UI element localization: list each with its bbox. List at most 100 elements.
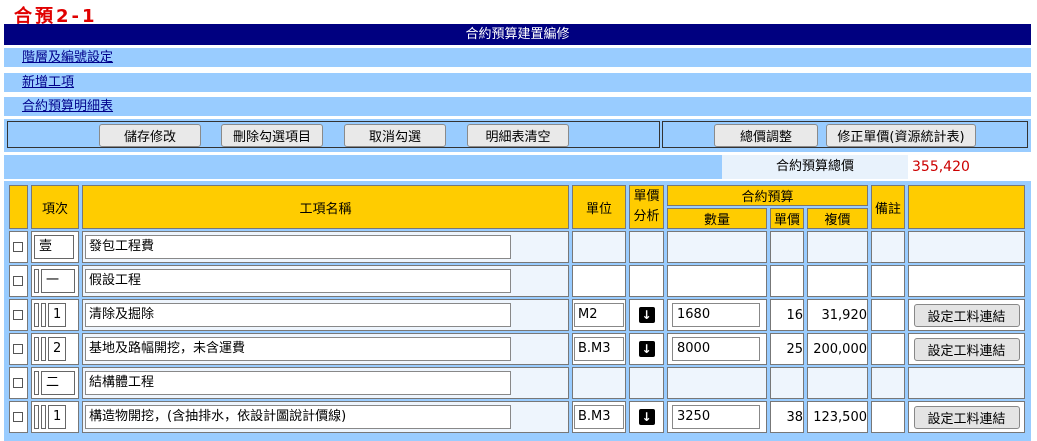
unit-field[interactable]: B.M3: [574, 405, 624, 429]
item-name-field[interactable]: 構造物開挖，(含抽排水，依設計圖說計價線): [85, 405, 511, 429]
header-unit-price: 單價: [770, 208, 804, 229]
row-item-no-cell: 一: [31, 265, 79, 297]
set-material-link-button[interactable]: 設定工料連結: [913, 337, 1020, 361]
row-item-no-cell: 2: [31, 333, 79, 365]
row-note-cell[interactable]: [871, 333, 905, 365]
level-indent: [41, 337, 46, 361]
row-price-analysis-cell: ↓: [629, 299, 664, 331]
row-amount-cell: 123,500: [807, 401, 868, 433]
item-name-field[interactable]: 清除及掘除: [85, 303, 511, 327]
row-price-analysis-cell: ↓: [629, 401, 664, 433]
row-item-no-cell: 二: [31, 367, 79, 399]
row-unit-cell: [572, 231, 626, 263]
row-checkbox[interactable]: [13, 310, 23, 320]
row-note-cell[interactable]: [871, 265, 905, 297]
total-value: 355,420: [908, 155, 1031, 179]
row-amount-cell: 31,920: [807, 299, 868, 331]
row-checkbox[interactable]: [13, 276, 23, 286]
item-no-field[interactable]: 一: [41, 269, 75, 293]
arrow-down-icon[interactable]: ↓: [638, 341, 655, 357]
row-price-analysis-cell: [629, 265, 664, 297]
table-row: 二結構體工程: [9, 367, 1025, 399]
row-amount-cell: [807, 367, 868, 399]
qty-field[interactable]: 8000: [672, 337, 760, 361]
arrow-down-icon[interactable]: ↓: [638, 409, 655, 425]
item-no-field[interactable]: 1: [48, 405, 66, 429]
item-name-field[interactable]: 結構體工程: [85, 371, 511, 395]
item-no-field[interactable]: 壹: [34, 235, 74, 259]
qty-field[interactable]: 1680: [672, 303, 760, 327]
qty-field[interactable]: 3250: [672, 405, 760, 429]
arrow-down-icon[interactable]: ↓: [638, 307, 655, 323]
header-budget: 合約預算: [667, 185, 868, 206]
header-note: 備註: [871, 185, 905, 229]
header-qty: 數量: [667, 208, 767, 229]
level-indent: [34, 371, 39, 395]
total-label: 合約預算總價: [722, 155, 908, 179]
row-link-cell: [908, 265, 1025, 297]
total-row: 合約預算總價 355,420: [4, 155, 1031, 179]
row-amount-cell: 200,000: [807, 333, 868, 365]
row-checkbox[interactable]: [13, 344, 23, 354]
row-checkbox[interactable]: [13, 242, 23, 252]
row-note-cell[interactable]: [871, 231, 905, 263]
set-material-link-button[interactable]: 設定工料連結: [913, 405, 1020, 429]
header-item-name: 工項名稱: [82, 185, 569, 229]
table-row: 壹發包工程費: [9, 231, 1025, 263]
item-no-field[interactable]: 1: [48, 303, 66, 327]
row-note-cell[interactable]: [871, 367, 905, 399]
detail-table-link[interactable]: 合約預算明細表: [22, 98, 113, 115]
row-unit-cell: B.M3: [572, 401, 626, 433]
clear-detail-button[interactable]: 明細表清空: [467, 124, 569, 147]
row-link-cell: 設定工料連結: [908, 401, 1025, 433]
row-qty-cell: 3250: [667, 401, 767, 433]
row-link-cell: 設定工料連結: [908, 299, 1025, 331]
set-material-link-button[interactable]: 設定工料連結: [913, 303, 1020, 327]
header-price-analysis-line2: 分析: [633, 209, 660, 224]
row-note-cell[interactable]: [871, 401, 905, 433]
header-price-analysis: 單價 分析: [629, 185, 664, 229]
level-indent: [41, 405, 46, 429]
row-amount-cell: [807, 231, 868, 263]
item-no-field[interactable]: 二: [41, 371, 75, 395]
row-unit-price-cell: [770, 367, 804, 399]
row-qty-cell: [667, 231, 767, 263]
row-item-no-cell: 壹: [31, 231, 79, 263]
row-link-cell: [908, 367, 1025, 399]
row-qty-cell: 1680: [667, 299, 767, 331]
item-no-field[interactable]: 2: [48, 337, 66, 361]
row-checkbox[interactable]: [13, 378, 23, 388]
header-item-no: 項次: [31, 185, 79, 229]
table-row: 2 基地及路幅開挖，未含運費 B.M3 ↓ 8000 25 200,000 設定工料連結: [9, 333, 1025, 365]
header-link: [908, 185, 1025, 229]
row-unit-cell: M2: [572, 299, 626, 331]
nav-row-detail-table: 合約預算明細表: [4, 97, 1031, 116]
fix-unit-price-button[interactable]: 修正單價(資源統計表): [826, 124, 976, 147]
row-item-name-cell: 構造物開挖，(含抽排水，依設計圖說計價線): [82, 401, 569, 433]
levels-link[interactable]: 階層及編號設定: [22, 49, 113, 66]
row-unit-cell: B.M3: [572, 333, 626, 365]
row-unit-price-cell: [770, 265, 804, 297]
level-indent: [34, 405, 39, 429]
row-price-analysis-cell: ↓: [629, 333, 664, 365]
uncheck-button[interactable]: 取消勾選: [344, 124, 446, 147]
row-item-name-cell: 結構體工程: [82, 367, 569, 399]
header-unit: 單位: [572, 185, 626, 229]
header-price-analysis-line1: 單價: [633, 189, 660, 204]
item-name-field[interactable]: 發包工程費: [85, 235, 511, 259]
row-select-cell: [9, 333, 28, 365]
row-link-cell: 設定工料連結: [908, 333, 1025, 365]
row-checkbox[interactable]: [13, 412, 23, 422]
row-note-cell[interactable]: [871, 299, 905, 331]
save-button[interactable]: 儲存修改: [99, 124, 201, 147]
unit-field[interactable]: B.M3: [574, 337, 624, 361]
level-indent: [41, 303, 46, 327]
add-item-link[interactable]: 新增工項: [22, 74, 74, 91]
unit-field[interactable]: M2: [574, 303, 624, 327]
item-name-field[interactable]: 假設工程: [85, 269, 511, 293]
adjust-total-button[interactable]: 總價調整: [714, 124, 818, 147]
item-name-field[interactable]: 基地及路幅開挖，未含運費: [85, 337, 511, 361]
table-row: 1 構造物開挖，(含抽排水，依設計圖說計價線) B.M3 ↓ 3250 38 123,500…: [9, 401, 1025, 433]
delete-checked-button[interactable]: 刪除勾選項目: [221, 124, 323, 147]
budget-table: 項次 工項名稱 單位 單價 分析 合約預算 備註 數量 單價 複價 壹發包工程費…: [6, 183, 1028, 435]
